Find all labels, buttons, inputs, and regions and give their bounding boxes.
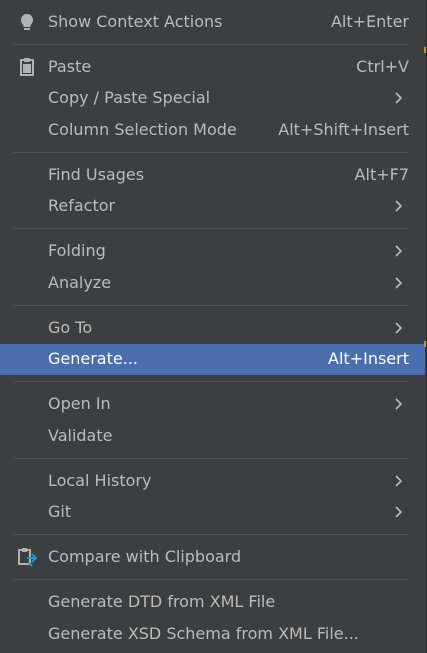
menu-item-show-context-actions[interactable]: Show Context Actions Alt+Enter [0, 7, 425, 38]
menu-item-label: Refactor [48, 196, 116, 215]
menu-item-paste[interactable]: Paste Ctrl+V [0, 52, 425, 83]
chevron-right-icon [395, 200, 403, 212]
menu-item-go-to[interactable]: Go To [0, 313, 425, 344]
menu-item-label: Generate... [48, 349, 138, 368]
menu-item-label: Paste [48, 57, 92, 76]
menu-item-generate-dtd[interactable]: Generate DTD from XML File [0, 587, 425, 618]
menu-item-label: Analyze [48, 273, 112, 292]
chevron-right-icon [395, 245, 403, 257]
menu-item-label: Generate DTD from XML File [48, 592, 276, 611]
menu-item-copy-paste-special[interactable]: Copy / Paste Special [0, 83, 425, 114]
menu-item-label: Find Usages [48, 165, 145, 184]
menu-item-validate[interactable]: Validate [0, 421, 425, 452]
menu-item-generate-xsd[interactable]: Generate XSD Schema from XML File... [0, 619, 425, 650]
menu-item-folding[interactable]: Folding [0, 236, 425, 267]
shortcut-text: Ctrl+V [356, 57, 409, 76]
menu-item-label: Open In [48, 394, 111, 413]
menu-item-label: Local History [48, 471, 152, 490]
menu-item-compare-with-clipboard[interactable]: Compare with Clipboard [0, 542, 425, 573]
menu-item-label: Git [48, 502, 72, 521]
chevron-right-icon [395, 277, 403, 289]
chevron-right-icon [395, 398, 403, 410]
menu-item-label: Compare with Clipboard [48, 547, 242, 566]
separator [13, 44, 409, 45]
separator [13, 458, 409, 459]
editor-edge-marker [424, 47, 426, 53]
clipboard-icon [20, 58, 34, 76]
editor-edge-marker [424, 341, 426, 347]
separator [13, 381, 409, 382]
chevron-right-icon [395, 475, 403, 487]
menu-item-refactor[interactable]: Refactor [0, 191, 425, 222]
separator [13, 152, 409, 153]
menu-item-generate[interactable]: Generate... Alt+Insert [0, 344, 425, 375]
compare-clipboard-icon [18, 548, 38, 567]
chevron-right-icon [395, 322, 403, 334]
menu-item-label: Copy / Paste Special [48, 88, 211, 107]
lightbulb-icon [21, 14, 33, 30]
chevron-right-icon [395, 92, 403, 104]
menu-item-label: Column Selection Mode [48, 120, 237, 139]
context-menu: Show Context Actions Alt+Enter Paste Ctr… [0, 0, 427, 653]
shortcut-text: Alt+Shift+Insert [278, 120, 409, 139]
separator [13, 305, 409, 306]
chevron-right-icon [395, 506, 403, 518]
menu-item-label: Validate [48, 426, 113, 445]
menu-item-column-selection-mode[interactable]: Column Selection Mode Alt+Shift+Insert [0, 115, 425, 146]
menu-item-git[interactable]: Git [0, 497, 425, 528]
shortcut-text: Alt+F7 [354, 165, 409, 184]
separator [13, 579, 409, 580]
separator [13, 534, 409, 535]
menu-item-label: Folding [48, 241, 106, 260]
shortcut-text: Alt+Insert [328, 349, 409, 368]
menu-item-local-history[interactable]: Local History [0, 466, 425, 497]
menu-item-analyze[interactable]: Analyze [0, 268, 425, 299]
menu-item-find-usages[interactable]: Find Usages Alt+F7 [0, 160, 425, 191]
menu-item-label: Show Context Actions [48, 12, 223, 31]
shortcut-text: Alt+Enter [330, 12, 409, 31]
menu-item-label: Generate XSD Schema from XML File... [48, 624, 359, 643]
menu-item-label: Go To [48, 318, 93, 337]
menu-item-open-in[interactable]: Open In [0, 389, 425, 420]
separator [13, 228, 409, 229]
